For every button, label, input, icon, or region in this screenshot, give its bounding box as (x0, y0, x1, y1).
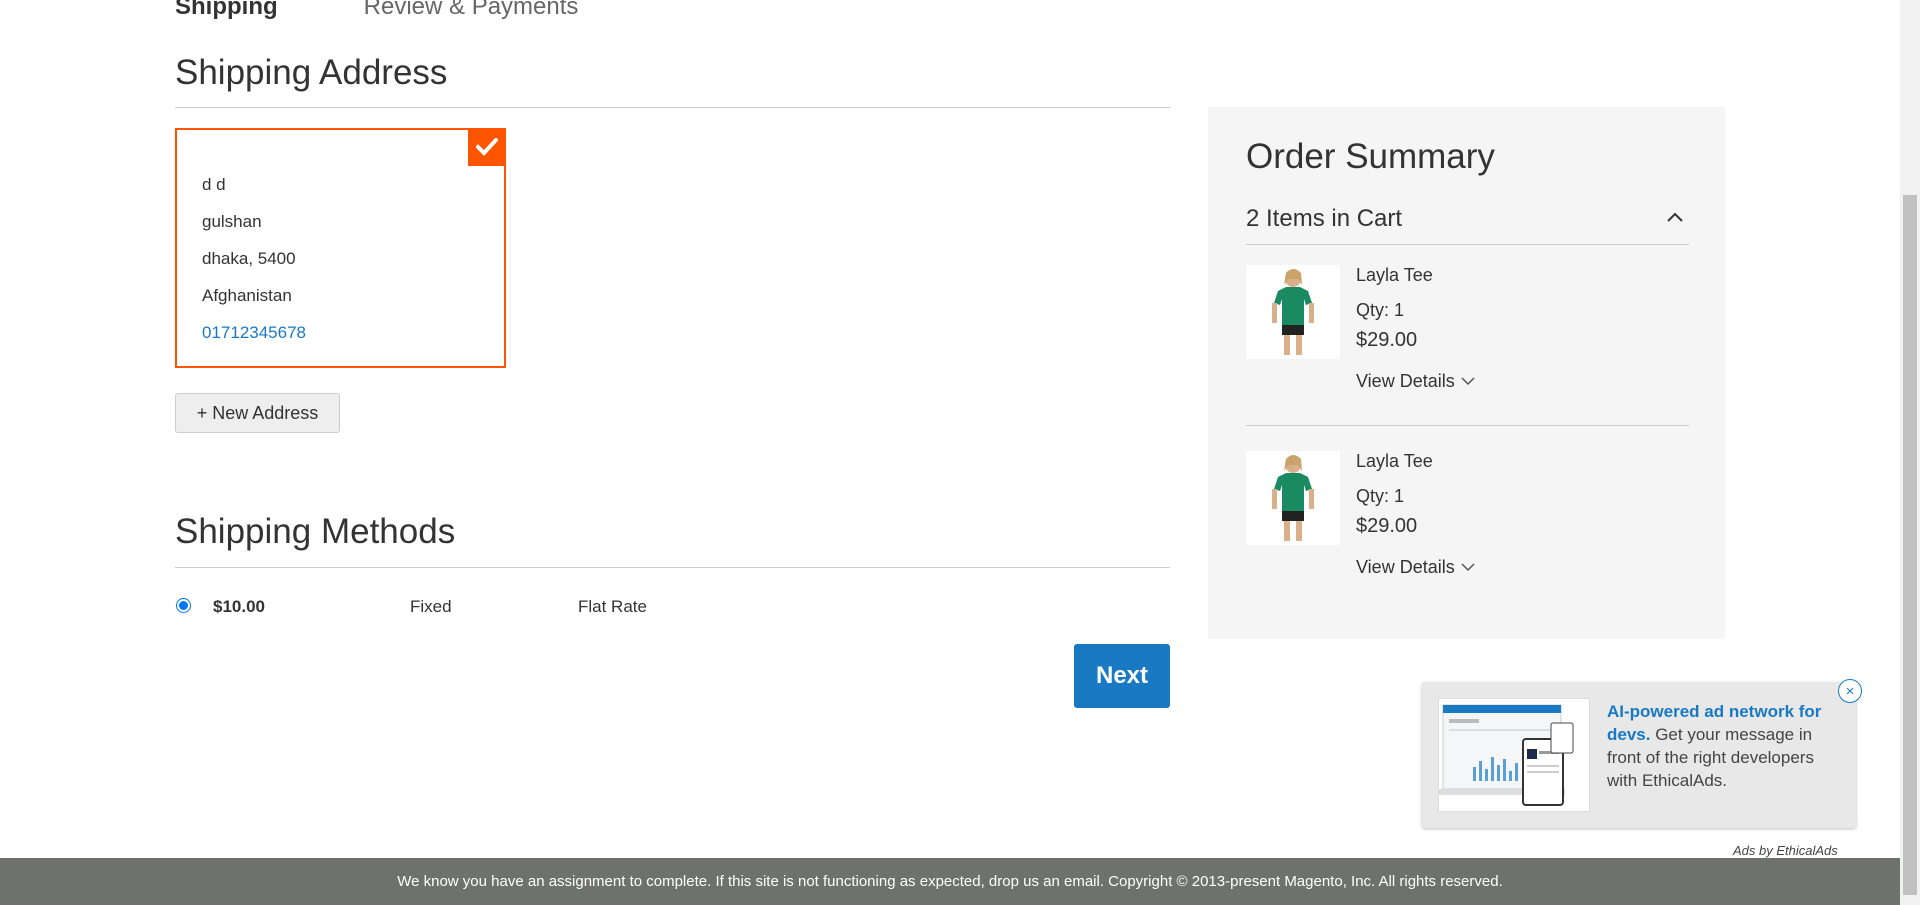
product-image (1246, 265, 1340, 359)
address-city-zip: dhaka, 5400 (202, 249, 296, 268)
product-image (1246, 451, 1340, 545)
address-country: Afghanistan (202, 286, 292, 305)
ad-attribution[interactable]: Ads by EthicalAds (1733, 843, 1838, 858)
chevron-down-icon (1461, 563, 1475, 572)
shipping-methods-title: Shipping Methods (175, 512, 456, 551)
product-price: $29.00 (1356, 515, 1418, 537)
method-price: $10.00 (213, 597, 265, 616)
method-carrier: Flat Rate (578, 597, 647, 616)
cart-item: Layla Tee Qty: 1 $29.00 View Details (1246, 265, 1689, 395)
close-icon[interactable]: × (1838, 679, 1862, 703)
method-title: Fixed (410, 597, 452, 616)
address-phone-link[interactable]: 01712345678 (202, 314, 479, 351)
product-qty: Qty: 1 (1356, 300, 1405, 320)
view-details-toggle[interactable]: View Details (1356, 371, 1475, 392)
checkout-progress: Shipping Review & Payments (175, 0, 664, 22)
order-summary-title: Order Summary (1246, 137, 1495, 176)
cart-items-toggle[interactable]: 2 Items in Cart (1246, 205, 1402, 233)
product-name: Layla Tee (1356, 451, 1433, 471)
divider (175, 107, 1170, 108)
new-address-button[interactable]: + New Address (175, 393, 340, 433)
shipping-address-title: Shipping Address (175, 53, 448, 92)
view-details-label: View Details (1356, 557, 1455, 577)
selected-address-card[interactable]: d d gulshan dhaka, 5400 Afghanistan 0171… (175, 128, 506, 368)
product-qty: Qty: 1 (1356, 486, 1405, 506)
footer-notice: We know you have an assignment to comple… (0, 858, 1900, 905)
ethicalads-banner[interactable]: AI-powered ad network for devs. Get your… (1422, 679, 1862, 828)
shipping-method-radio[interactable] (176, 597, 191, 613)
chevron-down-icon (1461, 377, 1475, 386)
divider (1246, 425, 1689, 426)
divider (175, 567, 1170, 568)
ad-image[interactable] (1438, 698, 1590, 812)
footer-text: We know you have an assignment to comple… (397, 873, 1503, 890)
checkmark-icon (468, 128, 506, 166)
ad-text[interactable]: AI-powered ad network for devs. Get your… (1607, 700, 1843, 792)
vertical-scrollbar[interactable] (1900, 0, 1920, 905)
scrollbar-thumb[interactable] (1903, 195, 1917, 895)
address-name: d d (202, 175, 226, 194)
product-price: $29.00 (1356, 329, 1418, 351)
order-summary: Order Summary 2 Items in Cart Layla Tee … (1208, 107, 1725, 639)
shipping-method-row[interactable]: $10.00 Fixed Flat Rate (175, 592, 1170, 622)
step-review-payments[interactable]: Review & Payments (364, 0, 579, 22)
view-details-label: View Details (1356, 371, 1455, 391)
product-name: Layla Tee (1356, 265, 1433, 285)
chevron-up-icon[interactable] (1663, 205, 1687, 229)
divider (1246, 244, 1689, 245)
address-street: gulshan (202, 212, 262, 231)
cart-item: Layla Tee Qty: 1 $29.00 View Details (1246, 451, 1689, 581)
step-shipping[interactable]: Shipping (175, 0, 278, 22)
next-button[interactable]: Next (1074, 644, 1170, 708)
view-details-toggle[interactable]: View Details (1356, 557, 1475, 578)
